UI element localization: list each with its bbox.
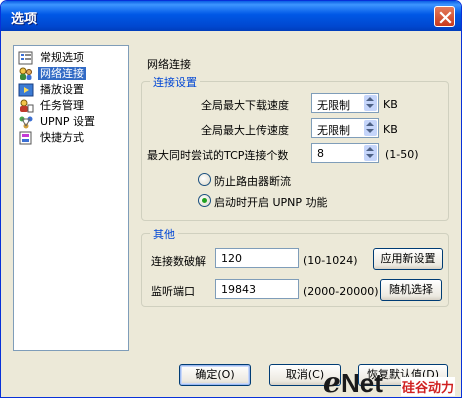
nav-item-network[interactable]: 网络连接 (16, 66, 126, 82)
max-download-spinner[interactable]: 无限制 (311, 93, 379, 113)
network-people-icon (19, 67, 32, 80)
shortcut-icon (19, 131, 32, 145)
settings-list-icon (18, 51, 33, 65)
media-play-icon (18, 83, 34, 97)
nav-item-label: 常规选项 (40, 51, 84, 64)
nav-item-tasks[interactable]: 任务管理 (16, 98, 126, 114)
max-tcp-value: 8 (317, 147, 324, 160)
upnp-startup-radio[interactable] (198, 194, 211, 207)
spinner-arrows[interactable] (364, 95, 377, 111)
enet-watermark: e Net 硅谷动力 (323, 366, 461, 398)
nav-item-label: 快捷方式 (40, 131, 84, 144)
listen-port-value: 19843 (221, 283, 256, 296)
group-label-other: 其他 (150, 226, 178, 242)
max-download-label: 全局最大下载速度 (201, 99, 289, 112)
max-tcp-range: (1-50) (385, 148, 419, 161)
nav-item-label: UPNP 设置 (40, 115, 96, 128)
nav-item-label: 播放设置 (40, 83, 84, 96)
nav-item-playback[interactable]: 播放设置 (16, 82, 126, 98)
spinner-arrows[interactable] (364, 120, 377, 136)
max-upload-spinner[interactable]: 无限制 (311, 118, 379, 138)
max-download-value: 无限制 (317, 99, 350, 112)
nav-item-label: 任务管理 (40, 99, 84, 112)
apply-new-settings-button[interactable]: 应用新设置 (373, 248, 443, 270)
close-icon (439, 11, 452, 24)
spinner-arrows[interactable] (364, 145, 377, 161)
conn-crack-range: (10-1024) (303, 254, 358, 267)
title-bar[interactable]: 选项 (1, 1, 461, 31)
listen-port-label: 监听端口 (151, 285, 195, 298)
max-tcp-label: 最大同时尝试的TCP连接个数 (147, 149, 289, 162)
watermark-e: e (323, 366, 341, 398)
spin-down-icon[interactable] (366, 104, 374, 108)
task-people-icon (20, 99, 34, 113)
spin-down-icon[interactable] (366, 129, 374, 133)
listen-port-range: (2000-20000) (303, 285, 379, 298)
spin-up-icon[interactable] (366, 147, 374, 151)
spin-down-icon[interactable] (366, 154, 374, 158)
max-tcp-spinner[interactable]: 8 (311, 143, 379, 163)
panel-title: 网络连接 (147, 58, 191, 71)
listen-port-field[interactable]: 19843 (215, 279, 299, 299)
window-title: 选项 (11, 12, 38, 27)
watermark-tag: 硅谷动力 (401, 377, 456, 396)
nav-item-upnp[interactable]: UPNP 设置 (16, 114, 126, 130)
nav-item-general[interactable]: 常规选项 (16, 50, 126, 66)
random-port-button[interactable]: 随机选择 (380, 279, 442, 301)
upload-unit: KB (383, 123, 398, 136)
conn-crack-value: 120 (221, 252, 242, 265)
watermark-net: Net (341, 368, 383, 398)
upnp-icon (19, 116, 33, 129)
options-dialog: 选项 常规选项 网络连接 播放设置 任务管理 UPNP 设置 快捷方式 网络连接… (0, 0, 462, 398)
spin-up-icon[interactable] (366, 122, 374, 126)
close-button[interactable] (434, 6, 455, 27)
max-upload-value: 无限制 (317, 124, 350, 137)
nav-item-label: 网络连接 (38, 67, 86, 80)
router-protect-radio[interactable] (198, 173, 211, 186)
max-upload-label: 全局最大上传速度 (201, 124, 289, 137)
conn-crack-label: 连接数破解 (151, 255, 206, 268)
spin-up-icon[interactable] (366, 97, 374, 101)
router-protect-label[interactable]: 防止路由器断流 (214, 173, 291, 189)
upnp-startup-label[interactable]: 启动时开启 UPNP 功能 (214, 194, 328, 210)
group-label-connection: 连接设置 (150, 74, 200, 90)
download-unit: KB (383, 98, 398, 111)
ok-button[interactable]: 确定(O) (179, 364, 251, 386)
nav-item-shortcuts[interactable]: 快捷方式 (16, 130, 126, 146)
conn-crack-field[interactable]: 120 (215, 248, 299, 268)
options-nav-list[interactable]: 常规选项 网络连接 播放设置 任务管理 UPNP 设置 快捷方式 (13, 45, 129, 351)
